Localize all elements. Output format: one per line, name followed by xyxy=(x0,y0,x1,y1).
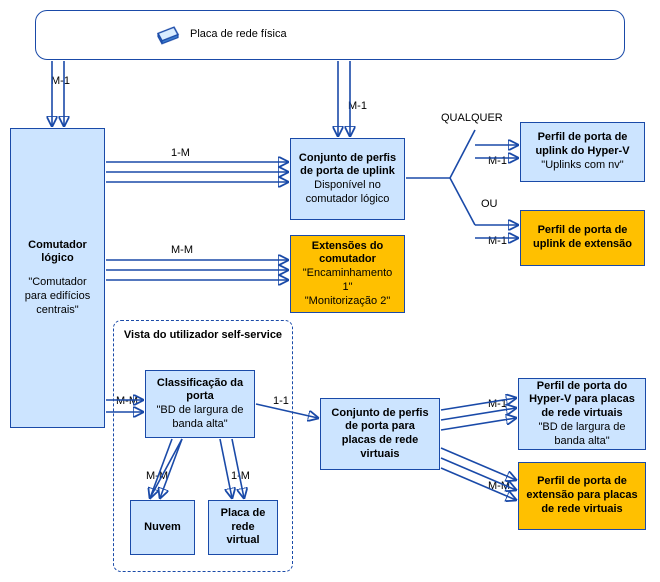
node-vnic-set: Conjunto de perfis de porta para placas … xyxy=(320,398,440,470)
switch-extensions-sub: "Encaminhamento 1" "Monitorização 2" xyxy=(297,267,398,308)
label-ou: OU xyxy=(480,198,499,210)
cloud-title: Nuvem xyxy=(144,521,181,535)
hyperv-uplink-sub: "Uplinks com nv" xyxy=(541,159,623,173)
virtual-nic-title: Placa de rede virtual xyxy=(215,507,271,548)
port-class-title: Classificação da porta xyxy=(152,377,248,405)
nic-icon xyxy=(156,24,180,45)
uplink-set-sub: Disponível no comutador lógico xyxy=(297,179,398,207)
label-m1-b: M-1 xyxy=(347,100,368,112)
label-mm: M-M xyxy=(170,244,194,256)
node-switch-extensions: Extensões do comutador "Encaminhamento 1… xyxy=(290,235,405,313)
frame-title: Vista do utilizador self-service xyxy=(114,329,292,341)
label-qualquer: QUALQUER xyxy=(440,112,504,124)
ext-uplink-title: Perfil de porta de uplink de extensão xyxy=(527,224,638,252)
hyperv-vnic-title: Perfil de porta do Hyper-V para placas d… xyxy=(525,380,639,421)
ext-vnic-title: Perfil de porta de extensão para placas … xyxy=(525,475,639,516)
node-cloud: Nuvem xyxy=(130,500,195,555)
label-1m: 1-M xyxy=(170,147,191,159)
label-m1-a: M-1 xyxy=(50,75,71,87)
label-m1-c: M-1 xyxy=(487,155,508,167)
node-physical-nic: Placa de rede física xyxy=(35,10,625,60)
logical-switch-sub: "Comutador para edifícios centrais" xyxy=(17,276,98,317)
node-virtual-nic: Placa de rede virtual xyxy=(208,500,278,555)
label-mm-pc: M-M xyxy=(115,395,139,407)
label-1m-vnic: 1-M xyxy=(230,470,251,482)
uplink-set-title: Conjunto de perfis de porta de uplink xyxy=(297,152,398,180)
logical-switch-title: Comutador lógico xyxy=(17,239,98,267)
hyperv-uplink-title: Perfil de porta de uplink do Hyper-V xyxy=(527,131,638,159)
node-ext-uplink-profile: Perfil de porta de uplink de extensão xyxy=(520,210,645,266)
hyperv-vnic-sub: "BD de largura de banda alta" xyxy=(525,421,639,449)
label-m1-d: M-1 xyxy=(487,235,508,247)
node-ext-vnic-profile: Perfil de porta de extensão para placas … xyxy=(518,462,646,530)
label-m1-e: M-1 xyxy=(487,398,508,410)
label-11: 1-1 xyxy=(272,395,290,407)
vnic-set-title: Conjunto de perfis de porta para placas … xyxy=(327,407,433,462)
physical-nic-label: Placa de rede física xyxy=(190,28,287,42)
label-mm-f: M-M xyxy=(487,480,511,492)
switch-extensions-title: Extensões do comutador xyxy=(297,240,398,268)
node-uplink-set: Conjunto de perfis de porta de uplink Di… xyxy=(290,138,405,220)
node-hyperv-vnic-profile: Perfil de porta do Hyper-V para placas d… xyxy=(518,378,646,450)
node-hyperv-uplink-profile: Perfil de porta de uplink do Hyper-V "Up… xyxy=(520,122,645,182)
label-mm-cloud: M-M xyxy=(145,470,169,482)
node-logical-switch: Comutador lógico "Comutador para edifíci… xyxy=(10,128,105,428)
port-class-sub: "BD de largura de banda alta" xyxy=(152,404,248,432)
node-port-class: Classificação da porta "BD de largura de… xyxy=(145,370,255,438)
